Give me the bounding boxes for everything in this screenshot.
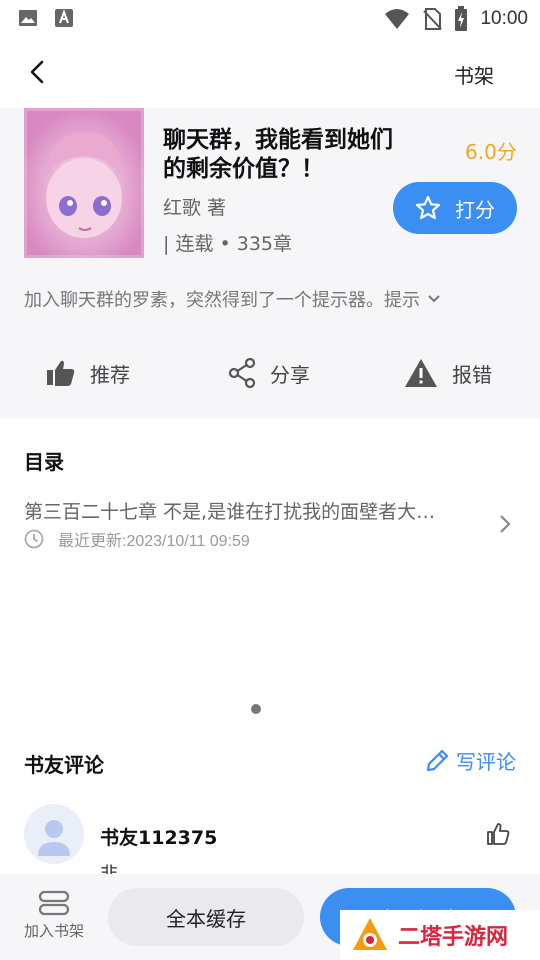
recommend-label: 推荐 [90,362,130,387]
comment-username[interactable]: 书友112375 [100,823,217,850]
watermark: 二塔手游网 [340,910,540,960]
catalog-title: 目录 [24,450,64,474]
book-status: | 连载 • 335章 [163,233,292,255]
chevron-down-icon [428,295,440,303]
book-author[interactable]: 红歌 著 [163,193,226,220]
watermark-text: 二塔手游网 [398,925,509,950]
font-notification-icon [55,9,73,27]
book-title: 聊天群，我能看到她们的剩余价值？！ [163,127,393,182]
share-icon [228,358,256,388]
latest-update: 最近更新:2023/10/11 09:59 [24,527,250,551]
cache-all-label: 全本缓存 [166,906,246,931]
battery-charging-icon [455,6,468,31]
book-cover[interactable] [24,108,144,258]
report-error-button[interactable]: 报错 [404,344,492,402]
rate-button-label: 打分 [455,197,495,222]
like-icon[interactable] [486,822,510,846]
avatar[interactable] [24,804,84,864]
bookshelf-icon [38,890,70,916]
book-score: 6.0分 [465,140,517,164]
recommend-button[interactable]: 推荐 [46,344,130,402]
latest-chapter-title: 第三百二十七章 不是,是谁在打扰我的面壁者大… [24,501,436,523]
rate-button[interactable]: 打分 [393,182,517,234]
book-info-panel: 聊天群，我能看到她们的剩余价值？！ 6.0分 红歌 著 | 连载 • 335章 … [0,108,540,418]
chevron-right-icon [500,515,511,533]
pager-dot [251,704,261,714]
synopsis[interactable]: 加入聊天群的罗素，突然得到了一个提示器。提示 [24,286,442,312]
pencil-icon [426,749,449,771]
watermark-logo-icon [353,918,387,950]
latest-chapter-row[interactable]: 第三百二十七章 不是,是谁在打扰我的面壁者大… 最近更新:2023/10/11 … [24,497,514,553]
share-label: 分享 [270,362,310,387]
latest-update-text: 最近更新:2023/10/11 09:59 [58,533,250,550]
warning-icon [405,359,437,387]
action-row: 推荐 分享 报错 [0,344,540,402]
star-icon [415,195,441,220]
comments-title: 书友评论 [24,753,104,777]
share-button[interactable]: 分享 [228,344,310,402]
add-to-shelf-label: 加入书架 [23,922,84,940]
synopsis-text: 加入聊天群的罗素，突然得到了一个提示器。提示 [24,290,420,311]
image-notification-icon [19,10,37,26]
cache-all-button[interactable]: 全本缓存 [108,888,304,946]
clock: 10:00 [480,8,528,29]
status-bar: 10:00 [0,0,540,36]
cover-illustration [24,108,144,258]
add-to-shelf-button[interactable]: 加入书架 [16,890,92,941]
header: 书架 [0,36,540,108]
back-arrow-icon[interactable] [24,58,52,86]
write-comment-label: 写评论 [456,750,516,774]
wifi-icon [385,9,410,29]
no-sim-icon [423,8,443,30]
report-error-label: 报错 [452,362,492,387]
thumbs-up-icon [47,360,75,386]
clock-icon [24,529,44,549]
bookshelf-link[interactable]: 书架 [454,60,494,89]
user-icon [38,820,70,856]
write-comment-button[interactable]: 写评论 [424,746,516,775]
